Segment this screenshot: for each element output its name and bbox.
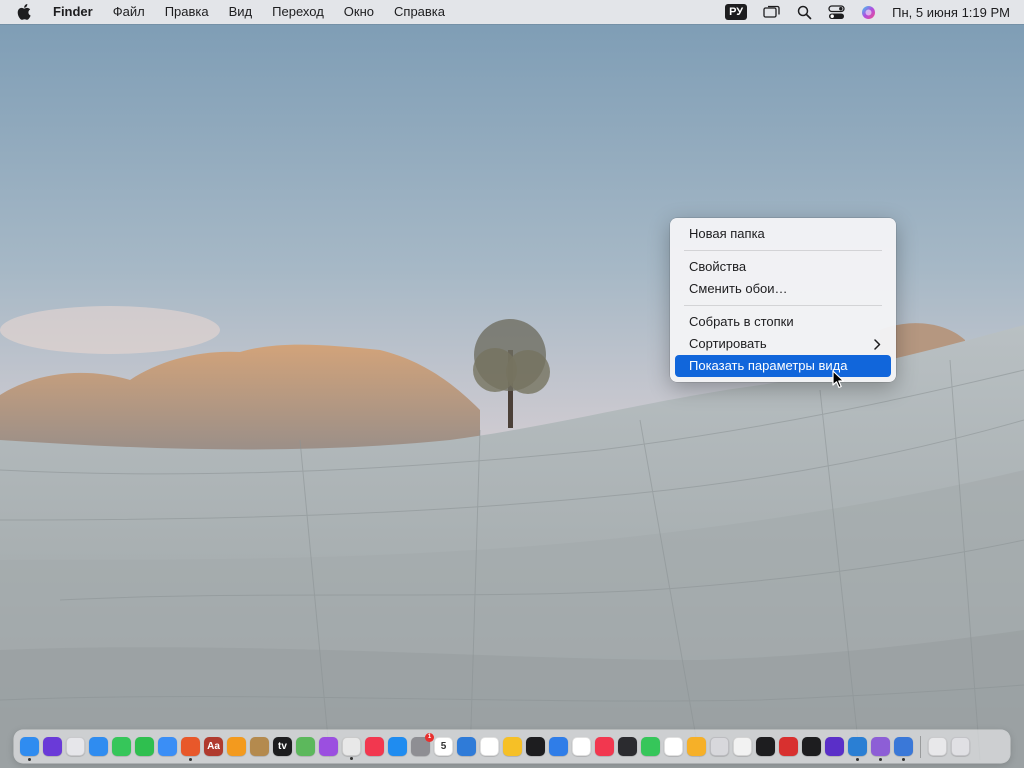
menu-item-get-info[interactable]: Свойства [675,256,891,278]
menu-window[interactable]: Окно [334,0,384,24]
menu-item-new-folder[interactable]: Новая папка [675,223,891,245]
menu-finder[interactable]: Finder [49,0,103,24]
dictionary-glyph: Aa [207,741,220,752]
reminders-icon[interactable] [572,737,591,756]
menu-view[interactable]: Вид [219,0,263,24]
apple-logo-icon[interactable] [17,0,37,24]
launchpad-icon[interactable] [66,737,85,756]
maps-icon[interactable] [296,737,315,756]
menu-help[interactable]: Справка [384,0,455,24]
finder-icon[interactable] [20,737,39,761]
home-icon[interactable] [687,737,706,756]
terminal-icon[interactable] [756,737,775,756]
menu-item-change-wallpaper[interactable]: Сменить обои… [675,278,891,300]
app-store-icon[interactable] [388,737,407,756]
proxy-app-icon[interactable] [825,737,844,756]
menu-file[interactable]: Файл [103,0,155,24]
menu-go[interactable]: Переход [262,0,334,24]
desktop-context-menu: Новая папка Свойства Сменить обои… Собра… [670,218,896,382]
messages-icon[interactable] [112,737,131,756]
photo-booth-icon[interactable] [779,737,798,756]
downloads-stack-icon[interactable] [928,737,947,756]
visual-studio-icon[interactable] [871,737,890,761]
siri-icon[interactable] [43,737,62,756]
voice-memos-icon[interactable] [618,737,637,756]
photos-icon[interactable] [503,737,522,756]
firefox-icon[interactable] [181,737,200,761]
notification-badge: 1 [425,733,434,742]
search-icon[interactable] [789,0,820,24]
running-indicator [879,758,882,761]
dock-divider [920,735,921,758]
dock: Aa tv 1 5 [14,730,1010,763]
chrome-icon[interactable] [342,737,361,760]
calculator-icon[interactable] [710,737,729,756]
stocks-icon[interactable] [526,737,545,756]
menu-separator [684,305,882,306]
clock-icon[interactable] [664,737,683,756]
apple-tv-icon[interactable]: tv [273,737,292,756]
running-indicator [350,757,353,760]
apple-tv-glyph: tv [278,741,287,752]
calendar-icon[interactable]: 5 [434,737,453,756]
facetime-icon[interactable] [135,737,154,756]
weather-icon[interactable] [457,737,476,756]
archive-icon[interactable] [250,737,269,756]
screen-mirroring-icon[interactable] [755,0,789,24]
control-center-icon[interactable] [820,0,853,24]
mouse-pointer-icon [832,370,846,390]
system-settings-icon[interactable]: 1 [411,733,434,756]
menu-item-show-view-options[interactable]: Показать параметры вида [675,355,891,377]
dock-trailing [926,737,972,756]
find-my-icon[interactable] [641,737,660,756]
chevron-right-icon [874,333,881,355]
desktop-wallpaper[interactable] [0,0,1024,768]
dictionary-icon[interactable]: Aa [204,737,223,756]
podcasts-icon[interactable] [319,737,338,756]
menu-separator [684,250,882,251]
running-indicator [28,758,31,761]
running-indicator [189,758,192,761]
safari-icon[interactable] [89,737,108,756]
textedit-icon[interactable] [733,737,752,756]
running-indicator [856,758,859,761]
trash-icon[interactable] [951,737,970,756]
dock-apps: Aa tv 1 5 [18,733,915,761]
script-editor-icon[interactable] [802,737,821,756]
menubar-clock[interactable]: Пн, 5 июня 1:19 PM [884,5,1010,20]
menu-bar: Finder Файл Правка Вид Переход Окно Спра… [0,0,1024,24]
music-icon[interactable] [365,737,384,756]
menu-edit[interactable]: Правка [155,0,219,24]
menu-item-sort-by[interactable]: Сортировать [675,333,891,355]
running-indicator [902,758,905,761]
input-source-menu[interactable]: РУ [717,0,755,24]
news-icon[interactable] [595,737,614,756]
xcode-icon[interactable] [894,737,913,761]
freeform-icon[interactable] [480,737,499,756]
menu-item-use-stacks[interactable]: Собрать в стопки [675,311,891,333]
siri-icon[interactable] [853,0,884,24]
mail-icon[interactable] [158,737,177,756]
calendar-glyph: 5 [440,741,447,752]
keyboard-layout-badge: РУ [725,4,748,20]
vs-code-icon[interactable] [848,737,867,761]
books-icon[interactable] [227,737,246,756]
keynote-icon[interactable] [549,737,568,756]
menu-item-sort-by-label: Сортировать [689,336,767,351]
